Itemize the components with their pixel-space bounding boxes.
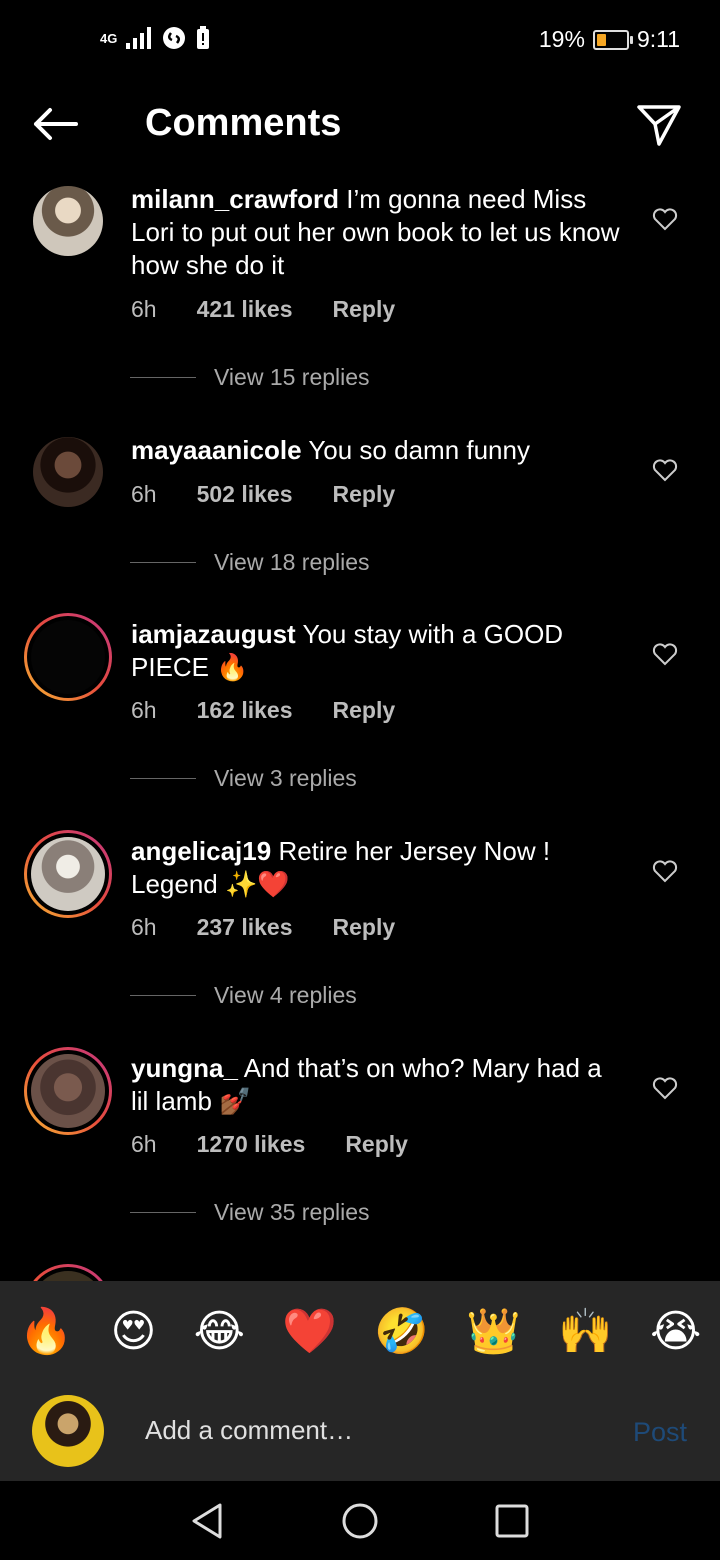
avatar[interactable] [33, 186, 103, 256]
crying-emoji-button[interactable]: 😭 [650, 1306, 701, 1357]
status-left: 4G [100, 26, 210, 50]
header: Comments [0, 90, 720, 160]
battery-percent: 19% [538, 26, 585, 52]
back-triangle-icon[interactable] [188, 1501, 228, 1541]
avatar [31, 1271, 105, 1281]
crown-emoji-button[interactable]: 👑 [466, 1305, 521, 1357]
clock: 9:11 [636, 26, 680, 52]
comment-time: 6h [131, 296, 157, 322]
comment-time: 6h [131, 914, 157, 940]
comment-meta: 6h 162 likes Reply [131, 697, 395, 724]
fire-emoji-button[interactable]: 🔥 [19, 1305, 74, 1357]
view-replies-label: View 4 replies [214, 982, 357, 1008]
comment-text: yungna_ And that’s on who? Mary had a li… [131, 1052, 621, 1118]
heart-icon[interactable] [652, 206, 678, 232]
reply-button[interactable]: Reply [333, 481, 396, 508]
likes-count[interactable]: 502 likes [197, 481, 293, 508]
likes-count[interactable]: 1270 likes [197, 1131, 306, 1158]
tears-of-joy-emoji-button[interactable]: 😂 [194, 1306, 245, 1357]
emoji-reaction-bar: 🔥 😍 😂 ❤️ 🤣 👑 🙌 😭 [0, 1281, 720, 1381]
heart-icon[interactable] [652, 457, 678, 483]
divider [130, 1212, 196, 1213]
comment-item-partial [0, 1264, 720, 1281]
my-avatar [32, 1395, 104, 1467]
battery-icon [592, 29, 633, 50]
heart-icon[interactable] [652, 1075, 678, 1101]
avatar-story-ring[interactable] [24, 1047, 112, 1135]
divider [130, 778, 196, 779]
avatar [31, 1054, 105, 1128]
view-replies-button[interactable]: View 35 replies [130, 1199, 370, 1226]
heart-eyes-emoji-button[interactable]: 😍 [111, 1306, 157, 1357]
comment-username[interactable]: yungna_ [131, 1053, 238, 1083]
comment-username[interactable]: mayaaanicole [131, 435, 302, 465]
avatar-story-ring[interactable] [24, 830, 112, 918]
comment-text: mayaaanicole You so damn funny [131, 434, 621, 467]
comment-username[interactable]: angelicaj19 [131, 836, 271, 866]
page-title: Comments [145, 102, 342, 144]
status-right: 19% 9:11 [539, 26, 680, 53]
heart-icon[interactable] [652, 641, 678, 667]
view-replies-button[interactable]: View 3 replies [130, 765, 357, 792]
avatar-story-ring[interactable] [24, 1264, 112, 1281]
comment-text: milann_crawford I’m gonna need Miss Lori… [131, 183, 621, 282]
view-replies-button[interactable]: View 18 replies [130, 549, 370, 576]
back-arrow-icon[interactable] [30, 104, 80, 144]
send-icon[interactable] [636, 102, 682, 148]
home-circle-icon[interactable] [340, 1501, 380, 1541]
likes-count[interactable]: 237 likes [197, 914, 293, 941]
comment-composer: Add a comment… Post [0, 1381, 720, 1481]
divider [130, 995, 196, 996]
reply-button[interactable]: Reply [345, 1131, 408, 1158]
comment-time: 6h [131, 1131, 157, 1157]
comment-text: angelicaj19 Retire her Jersey Now ! Lege… [131, 835, 621, 901]
comment-meta: 6h 1270 likes Reply [131, 1131, 408, 1158]
comment-meta: 6h 421 likes Reply [131, 296, 395, 323]
avatar[interactable] [33, 437, 103, 507]
avatar [31, 620, 105, 694]
comment-meta: 6h 502 likes Reply [131, 481, 395, 508]
divider [130, 562, 196, 563]
comment-time: 6h [131, 481, 157, 507]
likes-count[interactable]: 162 likes [197, 697, 293, 724]
divider [130, 377, 196, 378]
alert-battery-icon [197, 26, 209, 49]
status-bar: 4G 19% 9:11 [0, 0, 720, 80]
red-heart-emoji-button[interactable]: ❤️ [282, 1305, 337, 1357]
post-button[interactable]: Post [633, 1417, 687, 1448]
view-replies-label: View 18 replies [214, 549, 370, 575]
reply-button[interactable]: Reply [333, 914, 396, 941]
comment-username[interactable]: milann_crawford [131, 184, 339, 214]
comment-text: iamjazaugust You stay with a GOOD PIECE … [131, 618, 621, 684]
signal-icon [126, 27, 151, 49]
battery-fill [596, 33, 606, 46]
rolling-laughing-emoji-button[interactable]: 🤣 [374, 1305, 429, 1357]
view-replies-label: View 3 replies [214, 765, 357, 791]
recents-square-icon[interactable] [492, 1501, 532, 1541]
view-replies-label: View 15 replies [214, 364, 370, 390]
shazam-icon [163, 27, 185, 49]
comment-username[interactable]: iamjazaugust [131, 619, 296, 649]
avatar-story-ring[interactable] [24, 613, 112, 701]
reply-button[interactable]: Reply [333, 296, 396, 323]
raising-hands-emoji-button[interactable]: 🙌 [558, 1305, 613, 1357]
comment-meta: 6h 237 likes Reply [131, 914, 395, 941]
view-replies-button[interactable]: View 15 replies [130, 364, 370, 391]
likes-count[interactable]: 421 likes [197, 296, 293, 323]
reply-button[interactable]: Reply [333, 697, 396, 724]
system-nav-bar [0, 1481, 720, 1560]
comment-body: You so damn funny [308, 435, 530, 465]
comment-input[interactable]: Add a comment… [145, 1415, 353, 1446]
network-type: 4G [100, 30, 118, 46]
comment-time: 6h [131, 697, 157, 723]
view-replies-button[interactable]: View 4 replies [130, 982, 357, 1009]
view-replies-label: View 35 replies [214, 1199, 370, 1225]
heart-icon[interactable] [652, 858, 678, 884]
avatar [31, 837, 105, 911]
